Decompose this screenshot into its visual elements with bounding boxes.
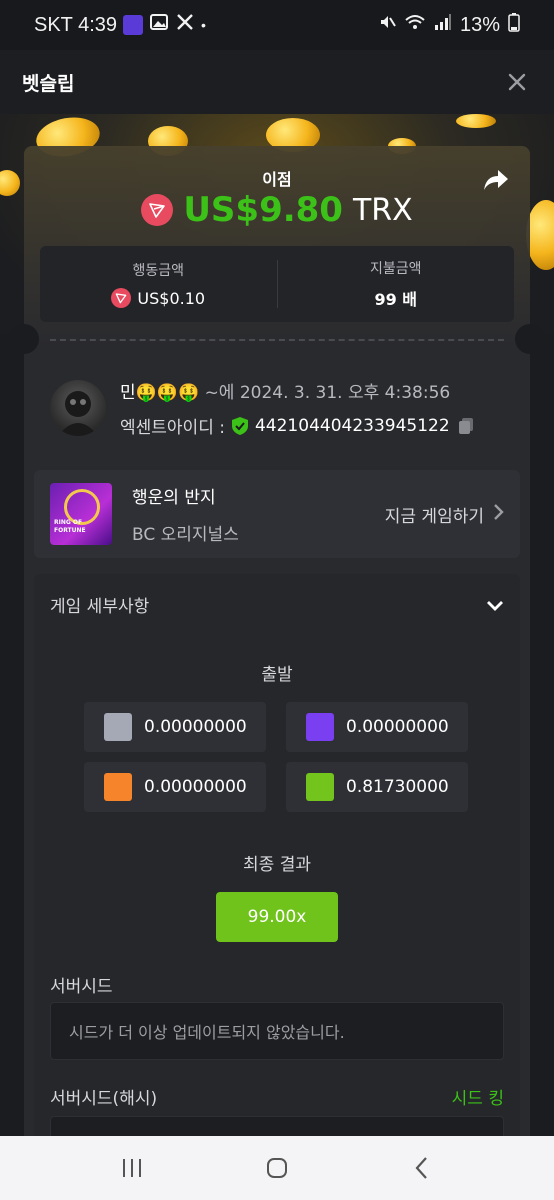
coin-decoration — [456, 114, 496, 128]
player-name[interactable]: 민🤑🤑🤑 — [120, 383, 199, 403]
player-line: 민🤑🤑🤑 ~에 2024. 3. 31. 오후 4:38:56 — [120, 378, 476, 403]
bet-id-label: 엑센트아이디 : — [120, 418, 225, 438]
bet-datetime: 2024. 3. 31. 오후 4:38:56 — [239, 383, 451, 403]
back-icon[interactable] — [402, 1148, 442, 1188]
result-tile: 0.00000000 — [84, 762, 266, 812]
bet-slip-card: 이점 US$9.80 TRX 행동금액 US$0.10 지불금액 99 배 민🤑… — [9, 146, 545, 1156]
final-result-value: 99.00x — [216, 892, 338, 942]
dot-icon: • — [201, 17, 206, 33]
server-seed-field[interactable]: 시드가 더 이상 업데이트되지 않았습니다. — [50, 1002, 504, 1060]
color-swatch — [306, 713, 334, 741]
ticket-notch-right — [515, 324, 545, 354]
thumb-title-line2: FORTUNE — [54, 527, 86, 534]
close-icon[interactable] — [502, 67, 532, 97]
bet-amount-stat: 행동금액 US$0.10 — [40, 246, 277, 322]
copy-icon[interactable] — [456, 416, 476, 436]
tile-value: 0.81730000 — [346, 777, 449, 797]
bet-stats: 행동금액 US$0.10 지불금액 99 배 — [40, 246, 514, 322]
bet-id-value: 442104404233945122 — [254, 415, 450, 436]
server-seed-label: 서버시드 — [50, 977, 113, 997]
chevron-down-icon[interactable] — [484, 594, 506, 616]
play-now-link[interactable]: 지금 게임하기 — [385, 502, 504, 527]
gallery-icon — [149, 12, 169, 38]
shield-check-icon — [231, 416, 249, 436]
result-tile: 0.81730000 — [286, 762, 468, 812]
bet-amount-value-row: US$0.10 — [111, 288, 205, 308]
win-label: 이점 — [262, 170, 292, 189]
game-name: 행운의 반지 — [132, 488, 216, 508]
game-thumbnail[interactable]: RING OF FORTUNE — [50, 483, 112, 545]
status-time: SKT 4:39 — [34, 13, 118, 36]
app-notification-icon — [123, 15, 144, 35]
start-label: 출발 — [261, 665, 293, 685]
server-seed-hash-label: 서버시드(해시) — [50, 1089, 158, 1109]
tile-value: 0.00000000 — [144, 777, 247, 797]
tile-value: 0.00000000 — [346, 717, 449, 737]
trx-icon — [141, 194, 174, 226]
recent-apps-icon[interactable] — [112, 1148, 152, 1188]
game-details-panel: 게임 세부사항 출발 0.00000000 0.00000000 0.00000… — [34, 574, 520, 1156]
coin-decoration — [0, 170, 20, 196]
win-currency: TRX — [352, 192, 413, 228]
play-now-label: 지금 게임하기 — [384, 506, 484, 527]
color-swatch — [104, 713, 132, 741]
share-icon[interactable] — [482, 166, 510, 194]
x-social-icon — [175, 12, 195, 38]
tile-value: 0.00000000 — [144, 717, 247, 737]
game-provider: BC 오리지널스 — [132, 525, 239, 545]
game-details-title: 게임 세부사항 — [50, 597, 150, 617]
final-result-label: 최종 결과 — [243, 855, 311, 875]
server-seed-value: 시드가 더 이상 업데이트되지 않았습니다. — [69, 1023, 345, 1042]
server-seed-hash-row: 서버시드(해시) 시드 킹 — [50, 1084, 504, 1109]
color-swatch — [104, 773, 132, 801]
payout-stat: 지불금액 99 배 — [276, 260, 515, 309]
coin-decoration — [526, 200, 554, 270]
player-info: 민🤑🤑🤑 ~에 2024. 3. 31. 오후 4:38:56 엑센트아이디 :… — [50, 378, 476, 438]
status-bar: SKT 4:39 • 13% — [0, 0, 554, 50]
payout-label: 지불금액 — [369, 261, 422, 277]
result-tile: 0.00000000 — [286, 702, 468, 752]
signal-icon — [434, 13, 452, 37]
result-tile: 0.00000000 — [84, 702, 266, 752]
chevron-right-icon — [492, 503, 504, 526]
thumb-title-line1: RING OF — [54, 519, 83, 526]
win-amount: US$9.80 — [183, 190, 343, 230]
modal-header: 벳슬립 — [0, 50, 554, 114]
ticket-notch-left — [9, 324, 39, 354]
system-nav-bar — [0, 1136, 554, 1200]
color-swatch — [306, 773, 334, 801]
payout-value: 99 배 — [374, 290, 418, 309]
trx-icon — [111, 288, 132, 308]
win-amount-row: US$9.80 TRX — [24, 190, 530, 230]
bet-id-line: 엑센트아이디 : 442104404233945122 — [120, 413, 476, 438]
modal-title: 벳슬립 — [22, 72, 75, 95]
avatar[interactable] — [50, 380, 106, 436]
bet-time-prefix: ~에 — [204, 383, 235, 403]
bet-amount-label: 행동금액 — [132, 263, 185, 279]
battery-icon — [508, 12, 520, 38]
wifi-icon — [404, 13, 426, 37]
game-row[interactable]: RING OF FORTUNE 행운의 반지 BC 오리지널스 지금 게임하기 — [34, 470, 520, 558]
ticket-divider — [50, 339, 504, 341]
game-details-toggle[interactable]: 게임 세부사항 — [50, 592, 506, 617]
bet-amount-value: US$0.10 — [137, 288, 206, 308]
battery-percent: 13% — [459, 13, 500, 36]
mute-icon — [378, 13, 396, 37]
home-icon[interactable] — [257, 1148, 297, 1188]
seed-king-link[interactable]: 시드 킹 — [452, 1084, 504, 1109]
